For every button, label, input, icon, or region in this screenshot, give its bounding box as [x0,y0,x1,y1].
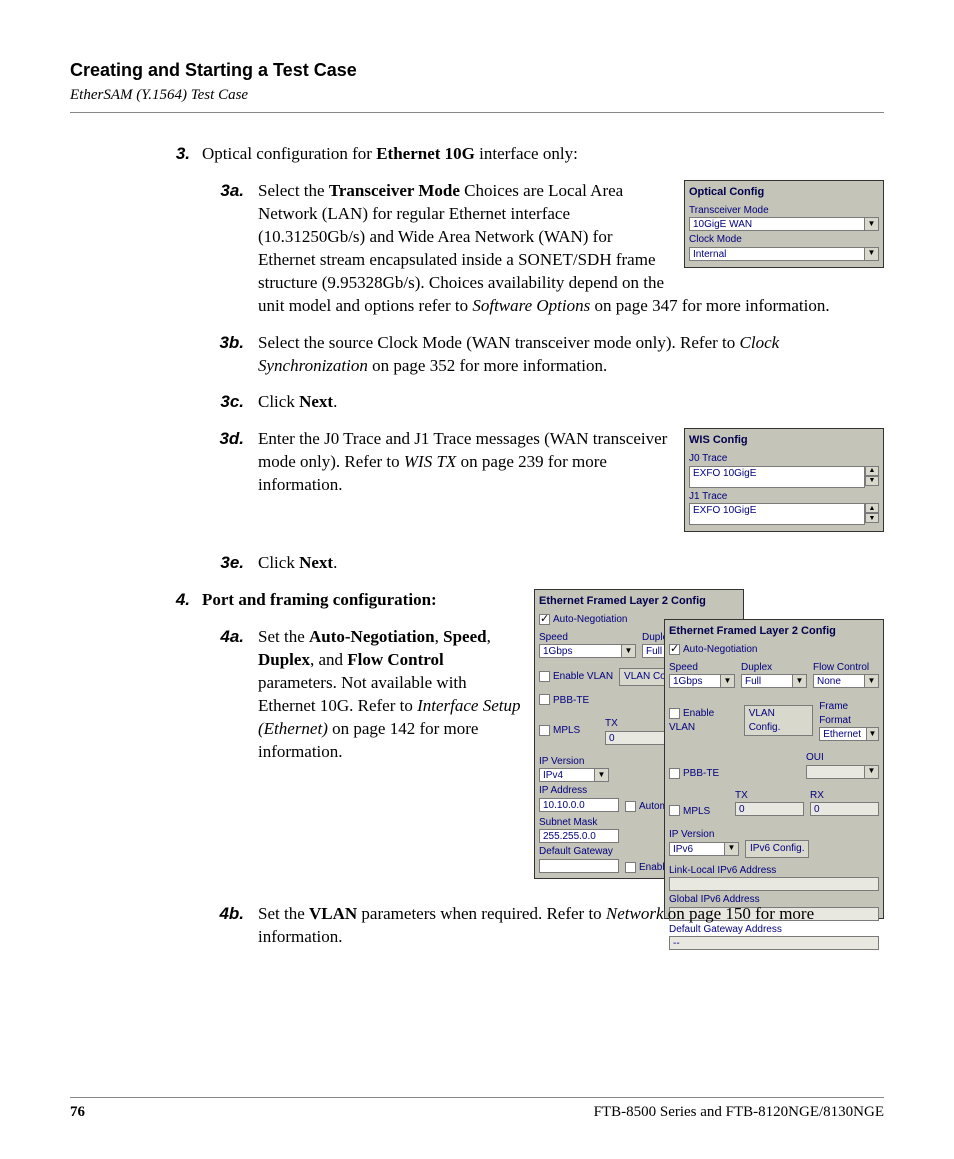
header-rule [70,112,884,113]
clock-mode-dropdown-icon[interactable] [865,247,879,261]
l2back-autoneg-label: Auto-Negotiation [553,614,628,625]
step-3b-text: Select the source Clock Mode (WAN transc… [258,332,884,378]
optical-config-title: Optical Config [689,185,879,200]
l2front-mpls-checkbox[interactable] [669,805,680,816]
l2front-frame-label: Frame Format [819,700,879,727]
step-4a-number: 4a. [202,626,244,764]
j1-trace-label: J1 Trace [689,490,879,504]
l2front-frame-dd-icon[interactable] [867,727,879,741]
l2front-ipver-label: IP Version [669,828,739,842]
l2back-vlan-label: Enable VLAN [553,671,613,682]
j1-scroll-up-icon[interactable]: ▲ [865,503,879,513]
l2front-rx-label: RX [810,789,879,803]
l2back-gw-enable-checkbox[interactable] [625,862,636,873]
l2back-tx-input[interactable]: 0 [605,731,665,745]
l2front-duplex-dd-icon[interactable] [793,674,807,688]
step-4a-text: Set the Auto-Negotiation, Speed, Duplex,… [258,626,524,764]
l2front-oui-select[interactable] [806,765,865,779]
l2back-autoneg-checkbox[interactable] [539,614,550,625]
page-header-title: Creating and Starting a Test Case [70,60,884,81]
l2front-tx-input[interactable]: 0 [735,802,804,816]
j0-trace-input[interactable]: EXFO 10GigE [689,466,865,488]
l2front-title: Ethernet Framed Layer 2 Config [669,624,879,639]
l2front-speed-label: Speed [669,661,735,675]
step-3-number: 3. [70,143,190,166]
page-header-subtitle: EtherSAM (Y.1564) Test Case [70,87,884,104]
l2front-frame-select[interactable]: Ethernet II [819,727,867,741]
l2front-vlan-config-button[interactable]: VLAN Config. [744,705,813,736]
j0-trace-label: J0 Trace [689,452,879,466]
step-4b-number: 4b. [202,903,244,949]
l2back-pbbte-checkbox[interactable] [539,694,550,705]
l2front-oui-dd-icon[interactable] [865,765,879,779]
l2front-mpls-label: MPLS [683,806,710,817]
transceiver-mode-select[interactable]: 10GigE WAN [689,217,865,231]
layer2-config-front-panel: Ethernet Framed Layer 2 Config Auto-Nego… [664,619,884,919]
l2front-linklocal-input[interactable] [669,877,879,891]
page-footer: 76 FTB-8500 Series and FTB-8120NGE/8130N… [70,1097,884,1121]
l2back-ipver-dd-icon[interactable] [595,768,609,782]
l2back-ipaddr-input[interactable]: 10.10.0.0 [539,798,619,812]
transceiver-mode-dropdown-icon[interactable] [865,217,879,231]
step-3c-text: Click Next. [258,391,884,414]
l2front-pbbte-checkbox[interactable] [669,768,680,779]
l2back-title: Ethernet Framed Layer 2 Config [539,594,739,609]
l2back-speed-label: Speed [539,631,636,645]
step-4-number: 4. [70,589,190,889]
layer2-config-figure: Ethernet Framed Layer 2 Config Auto-Nego… [534,589,884,889]
step-3e-number: 3e. [202,552,244,575]
j0-scroll-up-icon[interactable]: ▲ [865,466,879,476]
clock-mode-select[interactable]: Internal [689,247,865,261]
transceiver-mode-label: Transceiver Mode [689,204,879,218]
product-name: FTB-8500 Series and FTB-8120NGE/8130NGE [594,1104,884,1121]
wis-config-panel: WIS Config J0 Trace EXFO 10GigE ▲ ▼ J1 T… [684,428,884,532]
step-3c-number: 3c. [202,391,244,414]
l2front-linklocal-label: Link-Local IPv6 Address [669,864,879,878]
l2front-flow-label: Flow Control [813,661,879,675]
l2back-ipver-select[interactable]: IPv4 [539,768,595,782]
j1-trace-input[interactable]: EXFO 10GigE [689,503,865,525]
l2front-vlan-checkbox[interactable] [669,708,680,719]
step-3d-text: Enter the J0 Trace and J1 Trace messages… [258,429,667,494]
l2back-tx-label: TX [605,717,665,731]
step-4b-text: Set the VLAN parameters when required. R… [258,903,884,949]
l2front-speed-dd-icon[interactable] [721,674,735,688]
l2front-speed-select[interactable]: 1Gbps [669,674,721,688]
l2front-autoneg-checkbox[interactable] [669,644,680,655]
clock-mode-label: Clock Mode [689,233,879,247]
l2back-gw-input[interactable] [539,859,619,873]
l2front-duplex-select[interactable]: Full [741,674,793,688]
l2front-flow-select[interactable]: None [813,674,865,688]
page-number: 76 [70,1104,85,1121]
footer-rule [70,1097,884,1098]
l2back-mpls-checkbox[interactable] [539,725,550,736]
l2front-rx-input[interactable]: 0 [810,802,879,816]
l2back-subnet-input[interactable]: 255.255.0.0 [539,829,619,843]
step-3e-text: Click Next. [258,552,884,575]
l2back-speed-dd-icon[interactable] [622,644,636,658]
l2front-autoneg-label: Auto-Negotiation [683,644,758,655]
j1-scroll-down-icon[interactable]: ▼ [865,513,879,523]
l2front-oui-label: OUI [806,751,879,765]
l2front-flow-dd-icon[interactable] [865,674,879,688]
l2front-tx-label: TX [735,789,804,803]
l2front-ipver-dd-icon[interactable] [725,842,739,856]
wis-config-title: WIS Config [689,433,879,448]
l2back-autoip-checkbox[interactable] [625,801,636,812]
step-3b-number: 3b. [202,332,244,378]
l2front-ipver-select[interactable]: IPv6 [669,842,725,856]
optical-config-panel: Optical Config Transceiver Mode 10GigE W… [684,180,884,268]
l2front-ipv6-config-button[interactable]: IPv6 Config. [745,840,809,858]
l2back-mpls-label: MPLS [553,725,580,736]
step-3a-number: 3a. [202,180,244,318]
l2front-pbbte-label: PBB-TE [683,768,719,779]
l2back-pbbte-label: PBB-TE [553,695,589,706]
j0-scroll-down-icon[interactable]: ▼ [865,476,879,486]
l2back-speed-select[interactable]: 1Gbps [539,644,622,658]
l2back-vlan-checkbox[interactable] [539,671,550,682]
step-3d-number: 3d. [202,428,244,538]
step-3-intro: Optical configuration for Ethernet 10G i… [202,143,884,166]
l2front-duplex-label: Duplex [741,661,807,675]
